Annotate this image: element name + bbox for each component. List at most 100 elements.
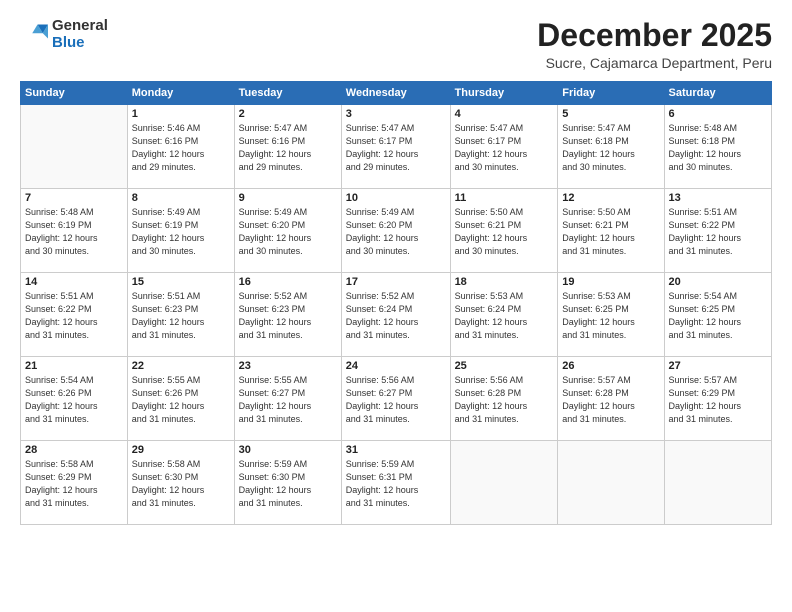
day-cell: 10 Sunrise: 5:49 AM Sunset: 6:20 PM Dayli…: [341, 189, 450, 273]
day-cell: 2Sunrise: 5:47 AM Sunset: 6:16 PM Daylig…: [234, 105, 341, 189]
subtitle: Sucre, Cajamarca Department, Peru: [537, 55, 772, 71]
day-info: Sunrise: 5:51 AM Sunset: 6:22 PM Dayligh…: [25, 290, 123, 342]
day-cell: 16 Sunrise: 5:52 AM Sunset: 6:23 PM Dayli…: [234, 273, 341, 357]
day-cell: 14 Sunrise: 5:51 AM Sunset: 6:22 PM Dayli…: [21, 273, 128, 357]
day-info: Sunrise: 5:54 AM Sunset: 6:25 PM Dayligh…: [669, 290, 767, 342]
day-info: Sunrise: 5:57 AM Sunset: 6:29 PM Dayligh…: [669, 374, 767, 426]
day-cell: [21, 105, 128, 189]
day-cell: [558, 441, 664, 525]
day-number: 28: [25, 444, 123, 456]
main-title: December 2025: [537, 18, 772, 53]
day-info: Sunrise: 5:55 AM Sunset: 6:26 PM Dayligh…: [132, 374, 230, 426]
day-info: Sunrise: 5:53 AM Sunset: 6:24 PM Dayligh…: [455, 290, 554, 342]
day-info: Sunrise: 5:49 AM Sunset: 6:20 PM Dayligh…: [346, 206, 446, 258]
day-info: Sunrise: 5:46 AM Sunset: 6:16 PM Dayligh…: [132, 122, 230, 174]
day-cell: 21 Sunrise: 5:54 AM Sunset: 6:26 PM Dayli…: [21, 357, 128, 441]
day-number: 16: [239, 276, 337, 288]
logo-text: General Blue: [52, 18, 108, 51]
week-row-1: 1Sunrise: 5:46 AM Sunset: 6:16 PM Daylig…: [21, 105, 772, 189]
day-number: 22: [132, 360, 230, 372]
header-cell-friday: Friday: [558, 82, 664, 105]
week-row-2: 7Sunrise: 5:48 AM Sunset: 6:19 PM Daylig…: [21, 189, 772, 273]
header-cell-monday: Monday: [127, 82, 234, 105]
header-row: SundayMondayTuesdayWednesdayThursdayFrid…: [21, 82, 772, 105]
day-number: 21: [25, 360, 123, 372]
day-info: Sunrise: 5:59 AM Sunset: 6:30 PM Dayligh…: [239, 458, 337, 510]
day-cell: 29Sunrise: 5:58 AM Sunset: 6:30 PM Dayli…: [127, 441, 234, 525]
day-number: 30: [239, 444, 337, 456]
day-cell: 11Sunrise: 5:50 AM Sunset: 6:21 PM Dayli…: [450, 189, 558, 273]
day-info: Sunrise: 5:51 AM Sunset: 6:23 PM Dayligh…: [132, 290, 230, 342]
day-number: 9: [239, 192, 337, 204]
day-info: Sunrise: 5:54 AM Sunset: 6:26 PM Dayligh…: [25, 374, 123, 426]
day-number: 25: [455, 360, 554, 372]
day-info: Sunrise: 5:49 AM Sunset: 6:20 PM Dayligh…: [239, 206, 337, 258]
day-info: Sunrise: 5:49 AM Sunset: 6:19 PM Dayligh…: [132, 206, 230, 258]
day-cell: 22 Sunrise: 5:55 AM Sunset: 6:26 PM Dayli…: [127, 357, 234, 441]
day-cell: 19Sunrise: 5:53 AM Sunset: 6:25 PM Dayli…: [558, 273, 664, 357]
header-cell-wednesday: Wednesday: [341, 82, 450, 105]
day-info: Sunrise: 5:58 AM Sunset: 6:29 PM Dayligh…: [25, 458, 123, 510]
day-number: 31: [346, 444, 446, 456]
logo-general: General: [52, 18, 108, 35]
logo-icon: [20, 21, 48, 49]
day-info: Sunrise: 5:57 AM Sunset: 6:28 PM Dayligh…: [562, 374, 659, 426]
day-cell: 6Sunrise: 5:48 AM Sunset: 6:18 PM Daylig…: [664, 105, 771, 189]
day-number: 15: [132, 276, 230, 288]
logo: General Blue: [20, 18, 108, 51]
day-info: Sunrise: 5:50 AM Sunset: 6:21 PM Dayligh…: [455, 206, 554, 258]
header-cell-saturday: Saturday: [664, 82, 771, 105]
week-row-4: 21 Sunrise: 5:54 AM Sunset: 6:26 PM Dayli…: [21, 357, 772, 441]
day-info: Sunrise: 5:59 AM Sunset: 6:31 PM Dayligh…: [346, 458, 446, 510]
day-cell: 17Sunrise: 5:52 AM Sunset: 6:24 PM Dayli…: [341, 273, 450, 357]
day-cell: 8 Sunrise: 5:49 AM Sunset: 6:19 PM Daylig…: [127, 189, 234, 273]
day-number: 14: [25, 276, 123, 288]
day-cell: 7Sunrise: 5:48 AM Sunset: 6:19 PM Daylig…: [21, 189, 128, 273]
page: General Blue December 2025 Sucre, Cajama…: [0, 0, 792, 612]
day-info: Sunrise: 5:47 AM Sunset: 6:17 PM Dayligh…: [346, 122, 446, 174]
title-block: December 2025 Sucre, Cajamarca Departmen…: [537, 18, 772, 71]
header-cell-tuesday: Tuesday: [234, 82, 341, 105]
day-info: Sunrise: 5:52 AM Sunset: 6:23 PM Dayligh…: [239, 290, 337, 342]
day-number: 12: [562, 192, 659, 204]
day-cell: 27 Sunrise: 5:57 AM Sunset: 6:29 PM Dayli…: [664, 357, 771, 441]
day-info: Sunrise: 5:56 AM Sunset: 6:27 PM Dayligh…: [346, 374, 446, 426]
day-cell: 12 Sunrise: 5:50 AM Sunset: 6:21 PM Dayli…: [558, 189, 664, 273]
day-number: 10: [346, 192, 446, 204]
day-cell: 30 Sunrise: 5:59 AM Sunset: 6:30 PM Dayli…: [234, 441, 341, 525]
day-cell: 23Sunrise: 5:55 AM Sunset: 6:27 PM Dayli…: [234, 357, 341, 441]
day-info: Sunrise: 5:47 AM Sunset: 6:17 PM Dayligh…: [455, 122, 554, 174]
day-number: 8: [132, 192, 230, 204]
day-cell: 3Sunrise: 5:47 AM Sunset: 6:17 PM Daylig…: [341, 105, 450, 189]
calendar-header: SundayMondayTuesdayWednesdayThursdayFrid…: [21, 82, 772, 105]
day-number: 23: [239, 360, 337, 372]
day-cell: [450, 441, 558, 525]
day-number: 18: [455, 276, 554, 288]
day-cell: 28 Sunrise: 5:58 AM Sunset: 6:29 PM Dayli…: [21, 441, 128, 525]
day-info: Sunrise: 5:58 AM Sunset: 6:30 PM Dayligh…: [132, 458, 230, 510]
day-cell: 26 Sunrise: 5:57 AM Sunset: 6:28 PM Dayli…: [558, 357, 664, 441]
week-row-3: 14 Sunrise: 5:51 AM Sunset: 6:22 PM Dayli…: [21, 273, 772, 357]
day-info: Sunrise: 5:51 AM Sunset: 6:22 PM Dayligh…: [669, 206, 767, 258]
week-row-5: 28 Sunrise: 5:58 AM Sunset: 6:29 PM Dayli…: [21, 441, 772, 525]
day-cell: 13Sunrise: 5:51 AM Sunset: 6:22 PM Dayli…: [664, 189, 771, 273]
day-cell: 31 Sunrise: 5:59 AM Sunset: 6:31 PM Dayli…: [341, 441, 450, 525]
day-number: 26: [562, 360, 659, 372]
day-number: 17: [346, 276, 446, 288]
header-cell-thursday: Thursday: [450, 82, 558, 105]
header-cell-sunday: Sunday: [21, 82, 128, 105]
day-number: 4: [455, 108, 554, 120]
day-cell: [664, 441, 771, 525]
day-number: 27: [669, 360, 767, 372]
day-number: 2: [239, 108, 337, 120]
header: General Blue December 2025 Sucre, Cajama…: [20, 18, 772, 71]
day-number: 6: [669, 108, 767, 120]
day-cell: 18 Sunrise: 5:53 AM Sunset: 6:24 PM Dayli…: [450, 273, 558, 357]
calendar-body: 1Sunrise: 5:46 AM Sunset: 6:16 PM Daylig…: [21, 105, 772, 525]
logo-blue: Blue: [52, 35, 108, 52]
day-number: 7: [25, 192, 123, 204]
day-number: 5: [562, 108, 659, 120]
day-cell: 20Sunrise: 5:54 AM Sunset: 6:25 PM Dayli…: [664, 273, 771, 357]
day-info: Sunrise: 5:47 AM Sunset: 6:18 PM Dayligh…: [562, 122, 659, 174]
day-info: Sunrise: 5:50 AM Sunset: 6:21 PM Dayligh…: [562, 206, 659, 258]
